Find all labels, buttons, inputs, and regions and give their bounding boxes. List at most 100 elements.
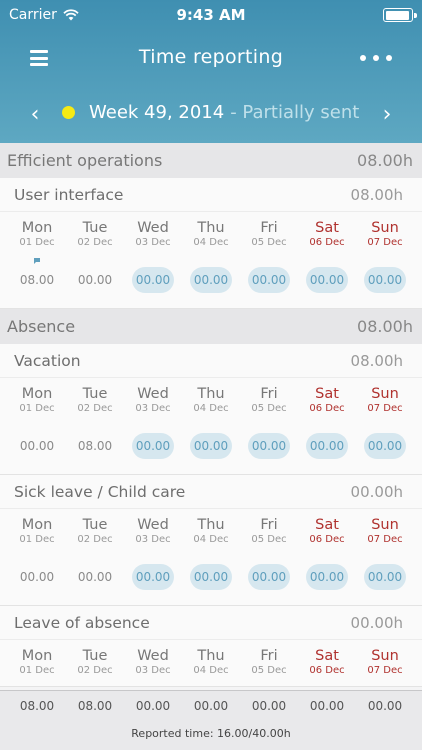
- day-date: 04 Dec: [193, 403, 229, 414]
- status-dot-icon: [62, 106, 75, 119]
- day-spacer: [207, 250, 215, 258]
- day-date: 07 Dec: [367, 403, 403, 414]
- day-header: Thu 04 Dec: [182, 386, 240, 424]
- day-hours-cell: 00.00: [298, 432, 356, 460]
- day-date: 07 Dec: [367, 237, 403, 248]
- day-spacer: [323, 250, 331, 258]
- day-header: Tue 02 Dec: [66, 648, 124, 686]
- hours-input[interactable]: 00.00: [190, 433, 232, 459]
- chevron-left-icon[interactable]: ‹: [23, 102, 47, 127]
- day-date: 04 Dec: [193, 665, 229, 676]
- hours-input[interactable]: 00.00: [364, 564, 406, 590]
- activity-hours: 00.00h: [350, 613, 403, 632]
- day-name: Mon: [21, 220, 53, 236]
- day-header: Thu 04 Dec: [182, 220, 240, 258]
- day-name: Sat: [315, 386, 339, 402]
- day-date: 03 Dec: [135, 665, 171, 676]
- day-header: Sat 06 Dec: [298, 386, 356, 424]
- day-header: Sun 07 Dec: [356, 517, 414, 555]
- activity-row: Leave of absence 00.00h Mon 01 Dec Tue 02 Dec…: [0, 606, 422, 687]
- app-header: Carrier 9:43 AM Time reporting ‹ Week 49…: [0, 0, 422, 143]
- more-dots-icon[interactable]: [360, 55, 392, 61]
- day-spacer: [33, 416, 41, 424]
- day-hours-cell: 00.00: [298, 563, 356, 591]
- hours-input[interactable]: 00.00: [364, 433, 406, 459]
- chevron-right-icon[interactable]: ›: [375, 102, 399, 127]
- day-header: Fri 05 Dec: [240, 648, 298, 686]
- activity-name: Leave of absence: [14, 613, 150, 632]
- activity-header[interactable]: Vacation 08.00h: [0, 344, 422, 378]
- day-hours-cell: 00.00: [8, 563, 66, 591]
- day-spacer: [149, 416, 157, 424]
- day-header: Sun 07 Dec: [356, 648, 414, 686]
- day-date: 06 Dec: [309, 237, 345, 248]
- section-header: Efficient operations 08.00h: [0, 143, 422, 178]
- day-spacer: [91, 547, 99, 555]
- day-hours-cell: 00.00: [66, 563, 124, 591]
- hour-values: 00.00 00.00 00.00 00.00 00.00 00.00 00.00: [0, 563, 422, 605]
- day-date: 07 Dec: [367, 665, 403, 676]
- day-headers: Mon 01 Dec Tue 02 Dec Wed 03 Dec Thu 04 Dec Fri 0…: [0, 509, 422, 555]
- day-header: Fri 05 Dec: [240, 220, 298, 258]
- day-name: Fri: [260, 386, 278, 402]
- day-name: Sat: [315, 517, 339, 533]
- status-time: 9:43 AM: [176, 6, 246, 24]
- day-header: Mon 01 Dec: [8, 648, 66, 686]
- hours-input[interactable]: 00.00: [306, 564, 348, 590]
- day-date: 03 Dec: [135, 237, 171, 248]
- day-name: Thu: [197, 220, 225, 236]
- day-name: Thu: [197, 648, 225, 664]
- day-header: Tue 02 Dec: [66, 386, 124, 424]
- comment-icon: [33, 250, 41, 264]
- hours-value: 08.00: [77, 439, 113, 453]
- hours-input[interactable]: 00.00: [132, 433, 174, 459]
- day-spacer: [33, 678, 41, 686]
- day-spacer: [207, 678, 215, 686]
- day-header: Thu 04 Dec: [182, 648, 240, 686]
- hours-input[interactable]: 00.00: [306, 433, 348, 459]
- hours-input[interactable]: 00.00: [306, 267, 348, 293]
- hours-input[interactable]: 00.00: [132, 267, 174, 293]
- day-date: 05 Dec: [251, 403, 287, 414]
- day-name: Sat: [315, 648, 339, 664]
- nav-bar: Time reporting: [0, 38, 422, 78]
- day-spacer: [381, 416, 389, 424]
- hours-input[interactable]: 00.00: [132, 564, 174, 590]
- hours-input[interactable]: 00.00: [364, 267, 406, 293]
- day-spacer: [265, 416, 273, 424]
- page-title: Time reporting: [138, 46, 284, 68]
- day-name: Sun: [371, 648, 399, 664]
- day-date: 02 Dec: [77, 237, 113, 248]
- day-header: Sun 07 Dec: [356, 220, 414, 258]
- section-total: 08.00h: [357, 317, 413, 336]
- hours-input[interactable]: 00.00: [248, 267, 290, 293]
- day-date: 07 Dec: [367, 534, 403, 545]
- day-hours-cell: 00.00: [356, 266, 414, 294]
- daily-total: 08.00: [77, 699, 113, 713]
- day-date: 04 Dec: [193, 237, 229, 248]
- day-spacer: [149, 678, 157, 686]
- activity-header[interactable]: Leave of absence 00.00h: [0, 606, 422, 640]
- day-date: 03 Dec: [135, 534, 171, 545]
- day-spacer: [207, 416, 215, 424]
- day-hours-cell: 08.00: [66, 432, 124, 460]
- hours-input[interactable]: 00.00: [190, 267, 232, 293]
- activity-header[interactable]: Sick leave / Child care 00.00h: [0, 475, 422, 509]
- day-spacer: [381, 547, 389, 555]
- hours-input[interactable]: 00.00: [248, 433, 290, 459]
- day-date: 02 Dec: [77, 534, 113, 545]
- hour-values: 08.00 00.00 00.00 00.00 00.00 00.00 00.00: [0, 266, 422, 308]
- day-name: Sun: [371, 386, 399, 402]
- hours-input[interactable]: 00.00: [248, 564, 290, 590]
- week-status: - Partially sent: [230, 102, 360, 123]
- hours-input[interactable]: 00.00: [190, 564, 232, 590]
- activity-row: User interface 08.00h Mon 01 Dec Tue 02 Dec We…: [0, 178, 422, 309]
- hours-value: 00.00: [77, 273, 113, 287]
- day-header: Fri 05 Dec: [240, 386, 298, 424]
- day-hours-cell: 08.00: [8, 266, 66, 294]
- daily-total: 00.00: [367, 699, 403, 713]
- day-hours-cell: 00.00: [182, 432, 240, 460]
- day-hours-cell: 00.00: [124, 563, 182, 591]
- day-hours-cell: 00.00: [240, 563, 298, 591]
- activity-header[interactable]: User interface 08.00h: [0, 178, 422, 212]
